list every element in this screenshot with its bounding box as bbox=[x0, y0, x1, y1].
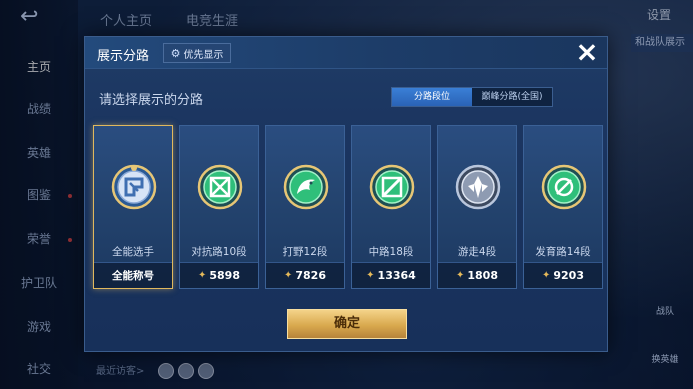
card-name: 对抗路10段 bbox=[191, 246, 247, 258]
card-points-value: 7826 bbox=[295, 269, 326, 282]
card-name: 打野12段 bbox=[282, 246, 328, 258]
tab-peak-lane-national[interactable]: 巅峰分路(全国) bbox=[472, 88, 552, 106]
lane-card-farm[interactable]: 发育路14段 ✦ 9203 bbox=[523, 125, 603, 289]
priority-display-label: 优先显示 bbox=[183, 49, 224, 61]
roam-emblem-icon bbox=[455, 164, 501, 210]
points-icon: ✦ bbox=[197, 269, 207, 281]
points-icon: ✦ bbox=[455, 269, 465, 281]
points-icon: ✦ bbox=[541, 269, 551, 281]
card-bar: ✦ 1808 bbox=[438, 262, 516, 288]
lane-card-jungle[interactable]: 打野12段 ✦ 7826 bbox=[265, 125, 345, 289]
card-name: 中路18段 bbox=[368, 246, 414, 258]
lane-card-list: 全能选手 全能称号 对抗路10段 ✦ 5898 打野12段 ✦ 7826 中路1… bbox=[93, 125, 603, 289]
segment-control: 分路段位 巅峰分路(全国) bbox=[391, 87, 553, 107]
card-bar: 全能称号 bbox=[94, 262, 172, 288]
priority-display-button[interactable]: ⚙ 优先显示 bbox=[163, 43, 231, 63]
card-points-value: 13364 bbox=[377, 269, 416, 282]
card-title-value: 全能称号 bbox=[112, 270, 154, 282]
card-points-value: 9203 bbox=[553, 269, 584, 282]
mid-lane-emblem-icon bbox=[369, 164, 415, 210]
card-points-value: 5898 bbox=[209, 269, 240, 282]
tab-lane-rank[interactable]: 分路段位 bbox=[392, 88, 472, 106]
close-icon[interactable]: × bbox=[569, 35, 605, 69]
gear-icon: ⚙ bbox=[170, 46, 181, 60]
points-icon: ✦ bbox=[283, 269, 293, 281]
card-name: 全能选手 bbox=[112, 246, 154, 258]
card-bar: ✦ 9203 bbox=[524, 262, 602, 288]
card-bar: ✦ 7826 bbox=[266, 262, 344, 288]
card-name: 游走4段 bbox=[457, 246, 497, 258]
card-bar: ✦ 13364 bbox=[352, 262, 430, 288]
lane-card-mid[interactable]: 中路18段 ✦ 13364 bbox=[351, 125, 431, 289]
allround-emblem-icon bbox=[111, 164, 157, 210]
dialog-subtitle: 请选择展示的分路 bbox=[99, 93, 204, 108]
card-bar: ✦ 5898 bbox=[180, 262, 258, 288]
card-points-value: 1808 bbox=[467, 269, 498, 282]
lane-card-roam[interactable]: 游走4段 ✦ 1808 bbox=[437, 125, 517, 289]
lane-card-clash[interactable]: 对抗路10段 ✦ 5898 bbox=[179, 125, 259, 289]
lane-display-dialog: 展示分路 ⚙ 优先显示 × 请选择展示的分路 分路段位 巅峰分路(全国) 全能选… bbox=[84, 35, 608, 352]
clash-lane-emblem-icon bbox=[197, 164, 243, 210]
points-icon: ✦ bbox=[366, 269, 375, 281]
confirm-button[interactable]: 确定 bbox=[287, 309, 407, 339]
card-name: 发育路14段 bbox=[535, 246, 591, 258]
jungle-emblem-icon bbox=[283, 164, 329, 210]
dialog-title: 展示分路 bbox=[97, 49, 150, 64]
lane-card-allround[interactable]: 全能选手 全能称号 bbox=[93, 125, 173, 289]
farm-lane-emblem-icon bbox=[541, 164, 587, 210]
dialog-header: 展示分路 ⚙ 优先显示 bbox=[85, 37, 607, 69]
